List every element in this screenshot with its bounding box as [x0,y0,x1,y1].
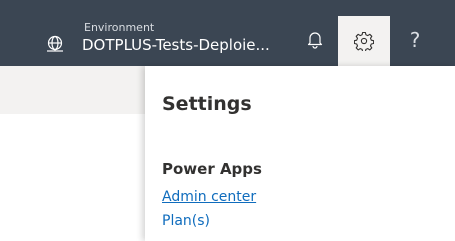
gear-icon [354,31,374,51]
left-panel-header [0,66,145,114]
settings-title: Settings [162,93,252,115]
settings-button[interactable] [338,16,390,66]
plans-link[interactable]: Plan(s) [162,213,210,229]
globe-icon [47,35,63,52]
environment-label: Environment [84,21,155,34]
top-bar: Environment DOTPLUS-Tests-Deploie... ? [0,0,455,66]
bell-icon [307,32,323,49]
help-icon: ? [409,28,421,52]
settings-panel: Settings Power Apps Admin center Plan(s) [145,66,455,241]
notifications-button[interactable] [290,14,340,66]
section-title-power-apps: Power Apps [162,160,262,178]
help-button[interactable]: ? [390,14,440,66]
admin-center-link[interactable]: Admin center [162,189,256,205]
environment-name[interactable]: DOTPLUS-Tests-Deploie... [82,35,270,55]
